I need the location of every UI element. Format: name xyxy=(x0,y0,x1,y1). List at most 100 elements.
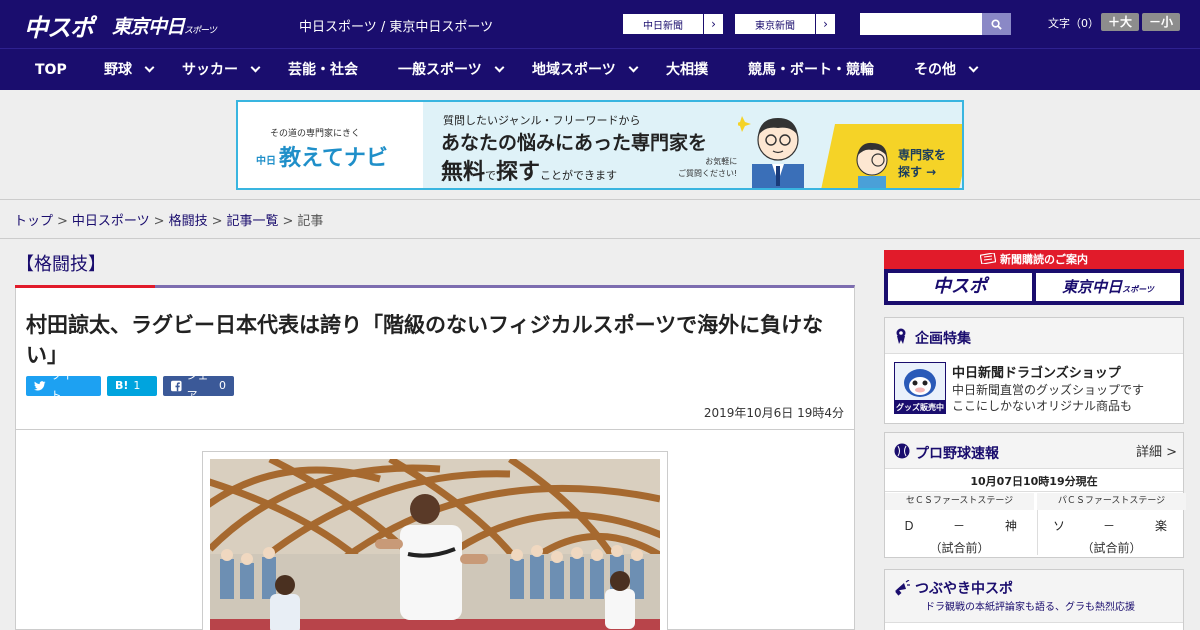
banner-brand-prefix: 中日 xyxy=(256,155,276,167)
main-nav: TOP 野球 サッカー 芸能・社会 一般スポーツ 地域スポーツ 大相撲 競馬・ボ… xyxy=(0,48,1200,90)
tsubuyaki-title: つぶやき中スポ xyxy=(915,581,1013,597)
top-header: 中スポ 東京中日スポーツ 中日スポーツ / 東京中日スポーツ 中日新聞 › 東京… xyxy=(0,0,1200,48)
dragons-shop-thumbnail[interactable]: グッズ販売中 xyxy=(894,362,946,414)
chunichi-shimbun-label: 中日新聞 xyxy=(643,20,683,32)
game-stage: セＣＳファーストステージ xyxy=(885,493,1034,510)
tokyo-chunichi-logo[interactable]: 東京中日スポーツ xyxy=(112,12,217,39)
tweet-label: ツイート xyxy=(50,369,84,402)
dragons-mascot-icon: グッズ販売中 xyxy=(895,363,945,413)
game-card-central[interactable]: セＣＳファーストステージ Ｄ － 神 （試合前） xyxy=(885,493,1034,555)
article-photo xyxy=(210,459,660,630)
score-timestamp: 10月07日10時19分現在 xyxy=(970,475,1098,488)
dragons-shop-desc2: ここにしかないオリジナル商品も xyxy=(952,399,1133,413)
game-status: （試合前） xyxy=(929,541,990,555)
chevron-right-icon: › xyxy=(703,14,723,34)
search-button[interactable] xyxy=(982,13,1011,35)
dragons-shop-title[interactable]: 中日新聞ドラゴンズショップ xyxy=(952,362,1121,381)
breadcrumb-separator: > xyxy=(282,214,294,229)
banner-line1: 質問したいジャンル・フリーワードから xyxy=(443,114,641,127)
breadcrumb-divider xyxy=(0,238,1200,239)
tokyo-shimbun-link[interactable]: 東京新聞 › xyxy=(734,13,836,35)
nav-item-sumo[interactable]: 大相撲 xyxy=(666,49,708,91)
article-photo-frame xyxy=(202,451,668,630)
nav-item-top[interactable]: TOP xyxy=(35,49,67,91)
nav-item-racing[interactable]: 競馬・ボート・競輪 xyxy=(748,49,874,91)
chevron-right-icon: › xyxy=(815,14,835,34)
pro-baseball-title: プロ野球速報 xyxy=(915,446,999,462)
facebook-share-button[interactable]: シェア 0 xyxy=(163,369,234,402)
feature-title: 企画特集 xyxy=(915,331,971,347)
facebook-count: 0 xyxy=(219,379,226,392)
breadcrumb-chunichi-sports[interactable]: 中日スポーツ xyxy=(72,214,150,229)
banner-can: ことができます xyxy=(540,169,618,182)
hatena-icon: B! xyxy=(115,379,129,392)
banner-brand-name: 教えてナビ xyxy=(279,146,388,171)
score-divider xyxy=(885,491,1183,492)
tweet-button[interactable]: ツイート xyxy=(26,369,101,402)
newspaper-icon xyxy=(979,252,997,265)
banner-tagline: その道の専門家にきく xyxy=(270,129,361,139)
nav-item-soccer[interactable]: サッカー xyxy=(182,49,261,91)
oshiete-navi-banner[interactable]: その道の専門家にきく 中日 教えてナビ 質問したいジャンル・フリーワードから あな… xyxy=(236,100,964,190)
breadcrumb-top[interactable]: トップ xyxy=(14,214,53,229)
baseball-icon xyxy=(894,443,910,459)
search-input[interactable] xyxy=(860,13,982,35)
pro-baseball-detail-link[interactable]: 詳細 > xyxy=(1136,441,1177,460)
nav-label: サッカー xyxy=(182,62,238,78)
pro-baseball-box: プロ野球速報 詳細 > 10月07日10時19分現在 セＣＳファーストステージ … xyxy=(884,432,1186,558)
nav-item-general-sports[interactable]: 一般スポーツ xyxy=(398,49,505,91)
article: 村田諒太、ラグビー日本代表は誇り「階級のないフィジカルスポーツで海外に負けない」… xyxy=(15,285,855,630)
chevron-down-icon xyxy=(968,62,979,73)
chevron-down-icon xyxy=(494,62,505,73)
font-size-label: 文字（0） xyxy=(1048,17,1099,30)
chevron-down-icon xyxy=(250,62,261,73)
banner-note1: お気軽に xyxy=(705,157,738,166)
expert-illustration-icon xyxy=(738,116,804,188)
subscribe-tokyo-text: 東京中日 xyxy=(1062,278,1123,296)
feature-box-header: 企画特集 xyxy=(885,318,1183,354)
nav-label: 大相撲 xyxy=(666,62,708,78)
thumb-label: グッズ販売中 xyxy=(896,402,944,412)
game-card-pacific[interactable]: パＣＳファーストステージ ソ － 楽 （試合前） xyxy=(1037,493,1186,555)
team-home: ソ xyxy=(1053,519,1066,533)
dragons-shop-description: 中日新聞直営のグッズショップです ここにしかないオリジナル商品も xyxy=(952,382,1144,414)
subscription-title: 新聞購読のご案内 xyxy=(1000,253,1088,266)
breadcrumb-separator: > xyxy=(153,214,165,229)
search-icon xyxy=(991,18,1002,30)
banner-de: で xyxy=(485,169,497,182)
chunichi-sports-logo[interactable]: 中スポ xyxy=(24,8,94,42)
nav-label: 野球 xyxy=(104,62,132,78)
team-away: 神 xyxy=(1005,519,1018,533)
tsubuyaki-header: つぶやき中スポ ドラ観戦の本紙評論家も語る、グラも熱烈応援 xyxy=(885,570,1183,623)
team-home: Ｄ xyxy=(903,519,916,533)
category-accent-line xyxy=(15,285,155,288)
hatena-count: 1 xyxy=(133,379,141,392)
nav-item-entertainment[interactable]: 芸能・社会 xyxy=(288,49,358,91)
breadcrumb-article-list[interactable]: 記事一覧 xyxy=(227,214,279,229)
subscription-banner[interactable]: 新聞購読のご案内 中スポ 東京中日スポーツ xyxy=(884,250,1184,305)
breadcrumb-martial-arts[interactable]: 格闘技 xyxy=(169,214,208,229)
banner-note: お気軽に ご質問ください! xyxy=(678,156,737,180)
tokyo-logo-text: 東京中日 xyxy=(112,16,185,38)
chevron-down-icon xyxy=(628,62,639,73)
facebook-label: シェア xyxy=(186,369,209,402)
font-larger-button[interactable]: ＋大 xyxy=(1101,13,1139,31)
subscribe-tokyo-small: スポーツ xyxy=(1122,285,1154,294)
banner-brand-panel: その道の専門家にきく 中日 教えてナビ xyxy=(238,102,423,188)
chevron-down-icon xyxy=(144,62,155,73)
team-away: 楽 xyxy=(1155,519,1168,533)
tsubuyaki-subtitle: ドラ観戦の本紙評論家も語る、グラも熱烈応援 xyxy=(925,602,1135,613)
nav-item-regional-sports[interactable]: 地域スポーツ xyxy=(532,49,639,91)
nav-item-other[interactable]: その他 xyxy=(914,49,979,91)
nav-label: 地域スポーツ xyxy=(532,62,616,78)
banner-cta1: 専門家を xyxy=(898,148,947,162)
nav-item-baseball[interactable]: 野球 xyxy=(104,49,155,91)
chunichi-shimbun-link[interactable]: 中日新聞 › xyxy=(622,13,724,35)
subscribe-chusupo-logo[interactable]: 中スポ xyxy=(888,273,1032,301)
font-smaller-button[interactable]: －小 xyxy=(1142,13,1180,31)
tsubuyaki-box: つぶやき中スポ ドラ観戦の本紙評論家も語る、グラも熱烈応援 xyxy=(884,569,1184,630)
hatena-bookmark-button[interactable]: B! 1 xyxy=(107,376,157,396)
megaphone-icon xyxy=(895,580,910,596)
subscribe-tokyo-chunichi-logo[interactable]: 東京中日スポーツ xyxy=(1036,273,1180,301)
banner-cta-text: 専門家を 探す → xyxy=(898,147,946,181)
